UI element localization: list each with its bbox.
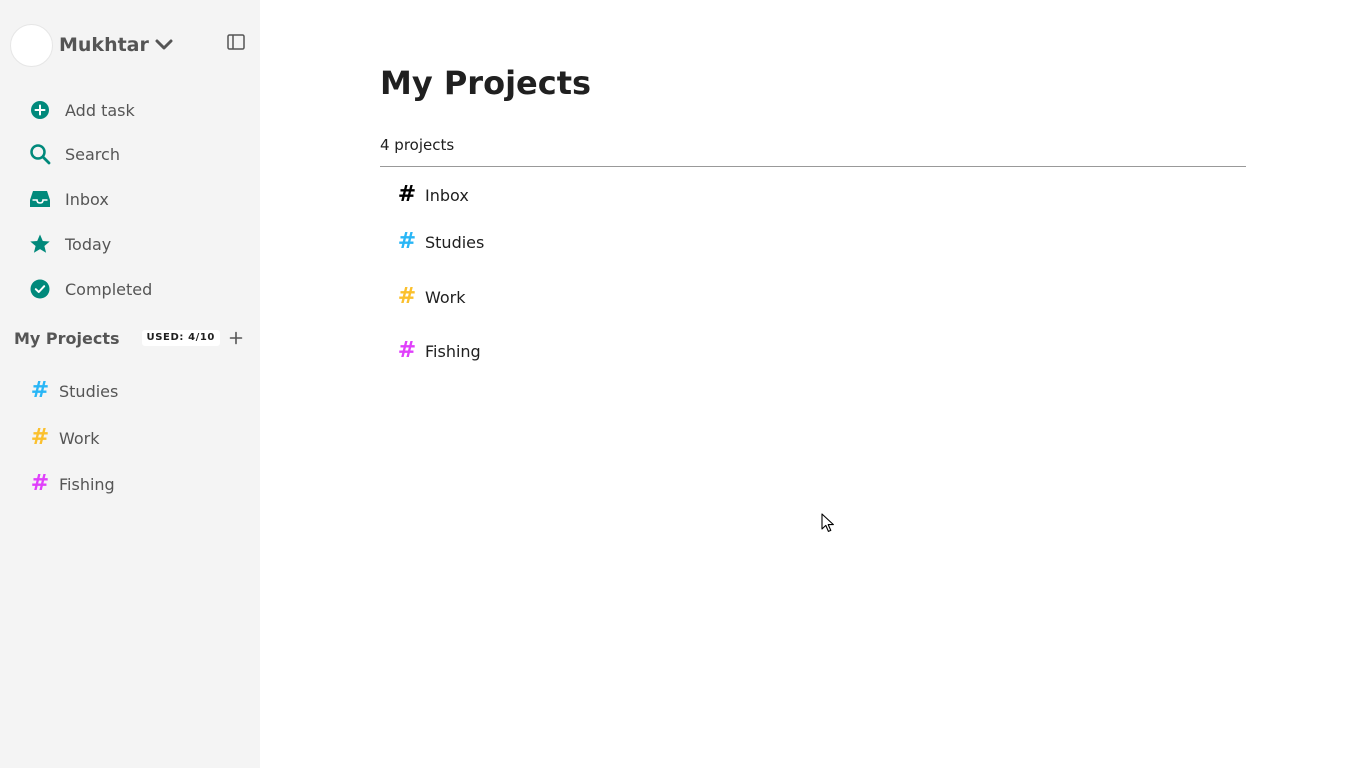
nav-inbox[interactable]: Inbox — [0, 179, 260, 219]
hash-icon: # — [397, 338, 417, 363]
user-menu[interactable]: Mukhtar — [10, 23, 173, 67]
nav-add-task[interactable]: Add task — [0, 90, 260, 130]
nav-label: Today — [65, 234, 112, 254]
project-label: Fishing — [425, 341, 481, 361]
hash-icon: # — [30, 378, 50, 403]
project-label: Studies — [425, 232, 485, 252]
project-label: Studies — [59, 381, 119, 401]
project-row-work[interactable]: # Work — [397, 279, 1246, 315]
app: Mukhtar Add task Search Inbox Today Comp… — [0, 0, 1366, 768]
project-label: Work — [425, 287, 466, 307]
plus-circle-icon — [29, 99, 51, 121]
project-row-inbox[interactable]: # Inbox — [397, 177, 1246, 213]
check-circle-icon — [29, 278, 51, 300]
nav-label: Completed — [65, 279, 153, 299]
star-icon — [29, 233, 51, 255]
nav-label: Add task — [65, 100, 135, 120]
project-row-studies[interactable]: # Studies — [397, 224, 1246, 260]
search-icon — [29, 143, 51, 165]
sidebar-project-studies[interactable]: # Studies — [0, 371, 260, 411]
nav-search[interactable]: Search — [0, 134, 260, 174]
usage-badge: USED: 4/10 — [141, 330, 220, 346]
project-label: Fishing — [59, 474, 115, 494]
hash-icon: # — [30, 471, 50, 496]
nav-label: Search — [65, 144, 120, 164]
sidebar-project-work[interactable]: # Work — [0, 418, 260, 458]
divider — [380, 166, 1246, 167]
mouse-cursor-icon — [821, 513, 834, 532]
add-project-icon[interactable] — [226, 328, 246, 348]
page-title: My Projects — [380, 64, 592, 102]
project-label: Inbox — [425, 185, 469, 205]
nav-label: Inbox — [65, 189, 109, 209]
user-name[interactable]: Mukhtar — [59, 34, 149, 56]
sidebar-toggle-icon[interactable] — [226, 33, 246, 51]
sidebar: Mukhtar Add task Search Inbox Today Comp… — [0, 0, 260, 768]
sidebar-project-fishing[interactable]: # Fishing — [0, 464, 260, 504]
hash-icon: # — [397, 229, 417, 254]
project-count: 4 projects — [380, 136, 455, 154]
nav-today[interactable]: Today — [0, 224, 260, 264]
nav-completed[interactable]: Completed — [0, 269, 260, 309]
chevron-down-icon[interactable] — [155, 39, 173, 51]
projects-header: My Projects USED: 4/10 — [14, 326, 248, 350]
hash-icon: # — [30, 425, 50, 450]
main-content: My Projects 4 projects # Inbox # Studies… — [260, 0, 1366, 768]
project-row-fishing[interactable]: # Fishing — [397, 333, 1246, 369]
projects-title[interactable]: My Projects — [14, 329, 120, 348]
hash-icon: # — [397, 284, 417, 309]
hash-icon: # — [397, 182, 417, 207]
avatar[interactable] — [10, 23, 53, 67]
project-label: Work — [59, 428, 100, 448]
inbox-icon — [29, 188, 51, 210]
